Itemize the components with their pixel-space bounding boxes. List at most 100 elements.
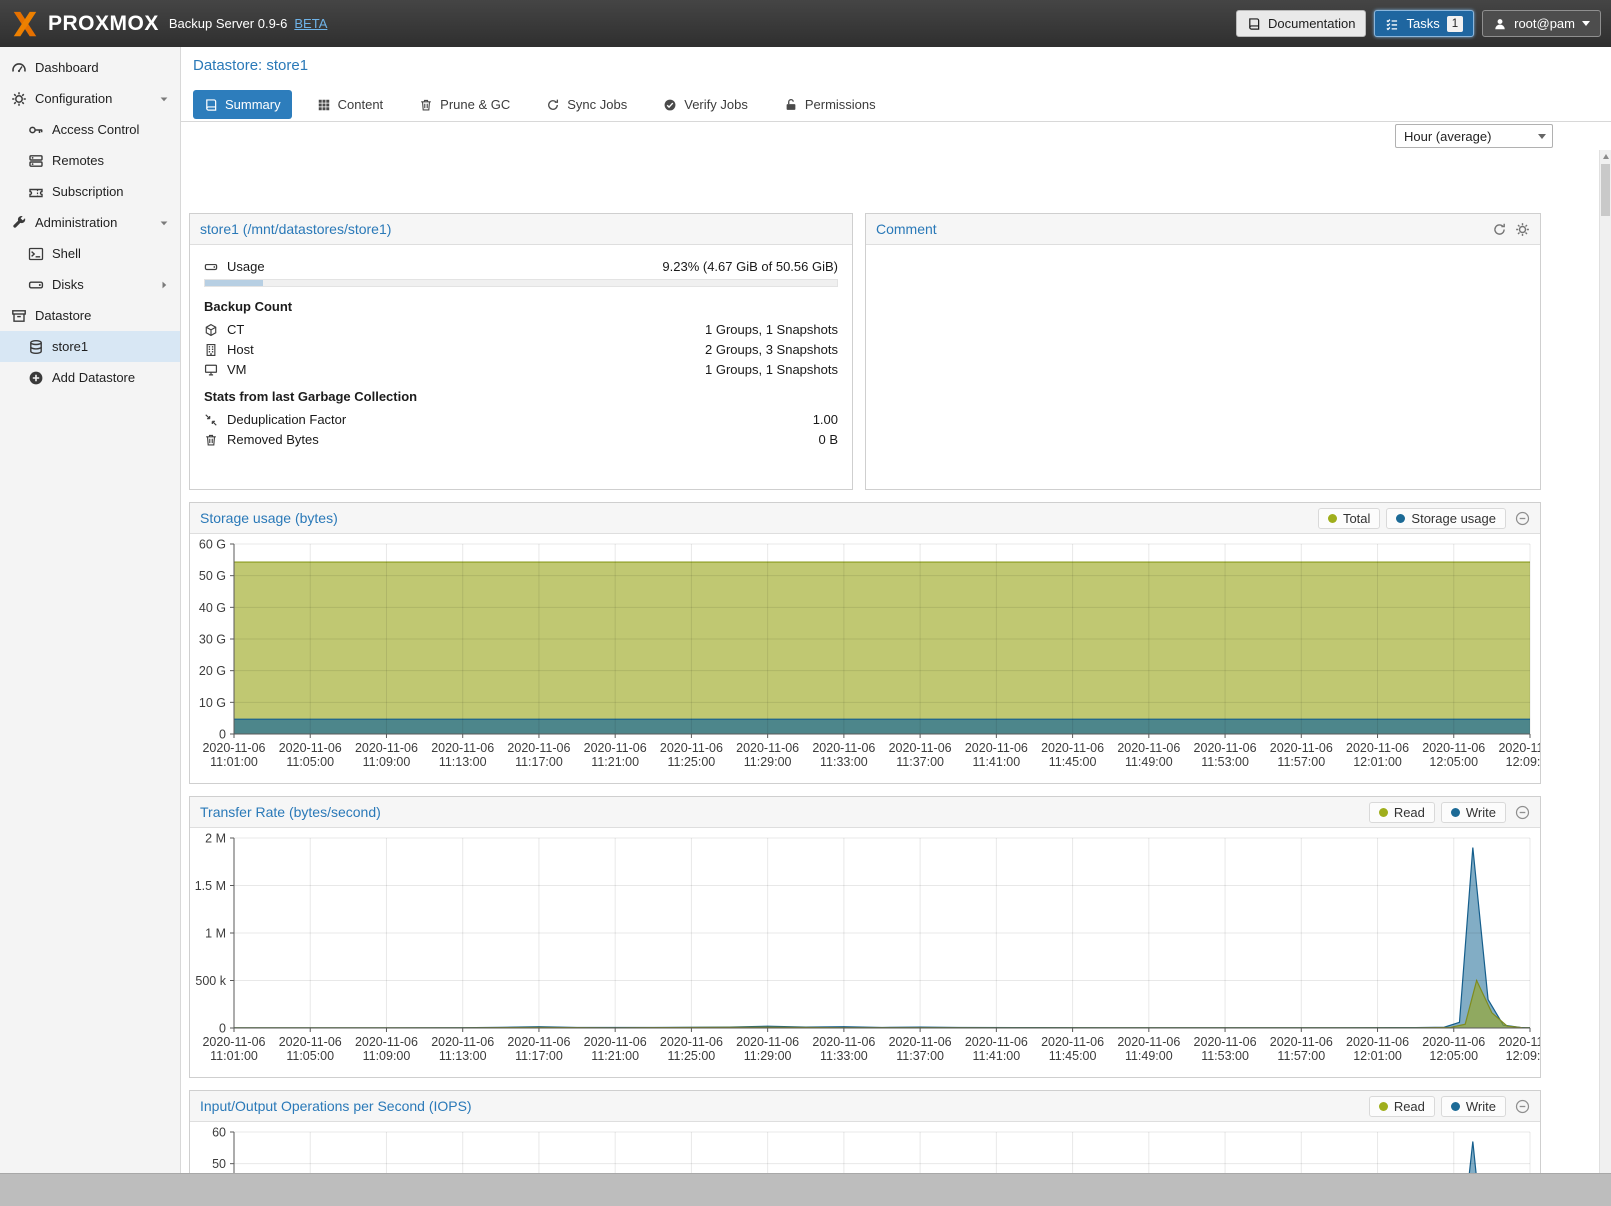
sidebar-item-add-datastore[interactable]: Add Datastore [0, 362, 180, 393]
tasks-icon [1385, 17, 1399, 31]
datastore-info-title: store1 (/mnt/datastores/store1) [200, 221, 391, 237]
tab-prune-gc[interactable]: Prune & GC [408, 90, 521, 119]
database-icon [28, 339, 44, 355]
sidebar-item-remotes[interactable]: Remotes [0, 145, 180, 176]
tab-content[interactable]: Content [306, 90, 395, 119]
host-label: Host [227, 342, 254, 357]
legend: Total Storage usage [1312, 508, 1530, 529]
vertical-scrollbar[interactable] [1599, 150, 1611, 1174]
svg-text:11:37:00: 11:37:00 [896, 755, 944, 769]
svg-text:11:01:00: 11:01:00 [210, 1049, 258, 1063]
svg-text:11:05:00: 11:05:00 [286, 755, 334, 769]
legend-total[interactable]: Total [1318, 508, 1380, 529]
sidebar-item-access-control[interactable]: Access Control [0, 114, 180, 145]
gear-icon[interactable] [1515, 222, 1530, 237]
legend-write[interactable]: Write [1441, 802, 1506, 823]
horizontal-scrollbar[interactable] [0, 1173, 1611, 1206]
legend-label: Read [1394, 1099, 1425, 1114]
svg-text:2020-11-06: 2020-11-06 [431, 1035, 494, 1049]
sidebar-item-dashboard[interactable]: Dashboard [0, 52, 180, 83]
svg-text:2020-11-06: 2020-11-06 [584, 741, 647, 755]
unlock-icon [784, 98, 798, 112]
tab-label: Prune & GC [440, 97, 510, 112]
sidebar-item-label: Subscription [52, 184, 124, 199]
legend-label: Read [1394, 805, 1425, 820]
svg-text:2020-11-06: 2020-11-06 [202, 1035, 265, 1049]
legend-read[interactable]: Read [1369, 802, 1435, 823]
svg-text:12:01:00: 12:01:00 [1353, 755, 1402, 769]
svg-text:20 G: 20 G [199, 664, 226, 678]
tasks-button[interactable]: Tasks 1 [1374, 10, 1474, 37]
tab-verify-jobs[interactable]: Verify Jobs [652, 90, 759, 119]
chevron-right-icon[interactable] [158, 279, 170, 291]
svg-text:11:01:00: 11:01:00 [210, 755, 258, 769]
collapse-icon[interactable] [1515, 511, 1530, 526]
sidebar-item-datastore[interactable]: Datastore [0, 300, 180, 331]
svg-text:2020-11-06: 2020-11-06 [202, 741, 265, 755]
tab-permissions[interactable]: Permissions [773, 90, 887, 119]
svg-text:2020-11-06: 2020-11-06 [507, 1035, 570, 1049]
chevron-down-icon[interactable] [158, 217, 170, 229]
usage-row: Usage 9.23% (4.67 GiB of 50.56 GiB) [204, 259, 838, 274]
sidebar-item-store1[interactable]: store1 [0, 331, 180, 362]
beta-link[interactable]: BETA [294, 16, 327, 31]
svg-text:11:25:00: 11:25:00 [668, 1049, 716, 1063]
svg-text:11:53:00: 11:53:00 [1201, 1049, 1249, 1063]
user-menu-button[interactable]: root@pam [1482, 10, 1601, 37]
legend-read[interactable]: Read [1369, 1096, 1435, 1117]
collapse-icon[interactable] [1515, 1099, 1530, 1114]
gc-stats-heading: Stats from last Garbage Collection [204, 389, 838, 404]
svg-text:2020-11-06: 2020-11-06 [431, 741, 494, 755]
legend-dot-read [1379, 808, 1388, 817]
legend-dot-write [1451, 808, 1460, 817]
scrollbar-up-arrow[interactable] [1600, 150, 1611, 163]
sidebar-item-subscription[interactable]: Subscription [0, 176, 180, 207]
legend-dot-total [1328, 514, 1337, 523]
removed-bytes-row: Removed Bytes 0 B [204, 432, 838, 447]
sidebar-item-administration[interactable]: Administration [0, 207, 180, 238]
svg-text:11:37:00: 11:37:00 [896, 1049, 944, 1063]
svg-text:2020-11-06: 2020-11-06 [1346, 1035, 1409, 1049]
svg-text:2020-11-06: 2020-11-06 [1270, 1035, 1333, 1049]
terminal-icon [28, 246, 44, 262]
svg-text:11:21:00: 11:21:00 [591, 755, 639, 769]
sidebar-item-label: Remotes [52, 153, 104, 168]
tab-label: Permissions [805, 97, 876, 112]
svg-text:12:05:00: 12:05:00 [1429, 755, 1478, 769]
svg-text:11:57:00: 11:57:00 [1277, 755, 1325, 769]
svg-text:50: 50 [212, 1157, 226, 1171]
svg-text:500 k: 500 k [195, 974, 226, 988]
documentation-button[interactable]: Documentation [1236, 10, 1366, 37]
svg-text:2020-11-06: 2020-11-06 [1117, 1035, 1180, 1049]
svg-text:2020-11-06: 2020-11-06 [660, 1035, 723, 1049]
scrollbar-thumb[interactable] [1601, 164, 1610, 216]
summary-scroll-area: store1 (/mnt/datastores/store1) Usage 9.… [181, 197, 1611, 1174]
select-trigger[interactable] [1532, 125, 1552, 147]
chevron-down-icon [1582, 21, 1590, 26]
storage-usage-panel: Storage usage (bytes) Total Storage usag… [189, 502, 1541, 784]
legend-label: Write [1466, 805, 1496, 820]
iops-panel: Input/Output Operations per Second (IOPS… [189, 1090, 1541, 1174]
svg-text:2020-11-06: 2020-11-06 [1117, 741, 1180, 755]
tab-bar: Summary Content Prune & GC Sync Jobs Ver… [181, 84, 1611, 122]
iops-chart: 01020304050602020-11-0611:01:002020-11-0… [190, 1122, 1540, 1174]
comment-panel: Comment [865, 213, 1541, 490]
cube-icon [204, 323, 218, 337]
refresh-icon[interactable] [1492, 222, 1507, 237]
cogs-icon [11, 91, 27, 107]
chevron-down-icon[interactable] [158, 93, 170, 105]
legend-write[interactable]: Write [1441, 1096, 1506, 1117]
time-range-select[interactable]: Hour (average) [1395, 124, 1553, 148]
legend-storage-usage[interactable]: Storage usage [1386, 508, 1506, 529]
usage-progress-bar [204, 279, 838, 287]
collapse-icon[interactable] [1515, 805, 1530, 820]
comment-body[interactable] [866, 245, 1540, 273]
sidebar-item-label: store1 [52, 339, 88, 354]
tab-sync-jobs[interactable]: Sync Jobs [535, 90, 638, 119]
sidebar-item-label: Add Datastore [52, 370, 135, 385]
sidebar-item-disks[interactable]: Disks [0, 269, 180, 300]
sidebar-item-shell[interactable]: Shell [0, 238, 180, 269]
tab-summary[interactable]: Summary [193, 90, 292, 119]
sidebar-item-configuration[interactable]: Configuration [0, 83, 180, 114]
svg-text:11:21:00: 11:21:00 [591, 1049, 639, 1063]
